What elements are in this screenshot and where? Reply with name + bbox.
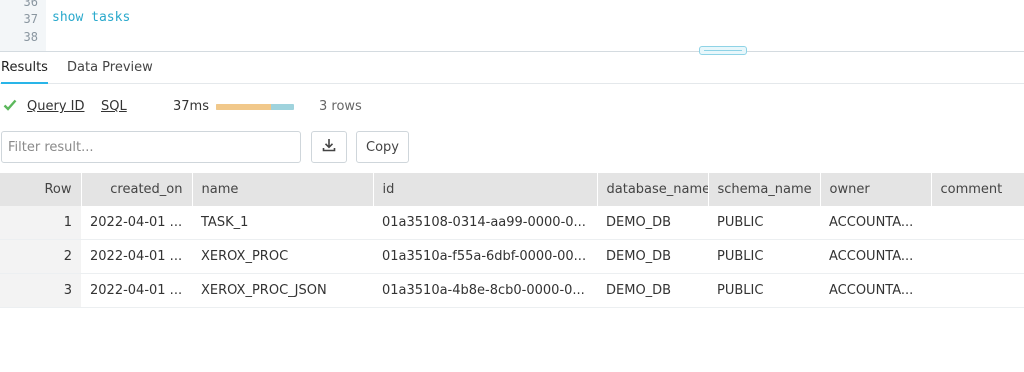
column-header-created-on[interactable]: created_on xyxy=(81,173,193,206)
duration-bar xyxy=(216,104,294,110)
success-check-icon xyxy=(3,99,17,111)
column-header-schema-name[interactable]: schema_name xyxy=(708,173,821,206)
copy-button[interactable]: Copy xyxy=(356,131,409,163)
filter-result-input[interactable] xyxy=(1,131,301,163)
table-cell[interactable]: PUBLIC xyxy=(708,239,820,274)
table-cell[interactable]: 2022-04-01 ... xyxy=(81,273,192,308)
row-number-cell: 1 xyxy=(0,206,81,240)
column-header-id[interactable]: id xyxy=(373,173,598,206)
table-cell[interactable]: 2022-04-01 ... xyxy=(81,239,192,274)
table-header-row: Row created_on name id database_name sch… xyxy=(0,173,1024,206)
query-duration: 37ms xyxy=(173,99,209,114)
table-cell[interactable]: PUBLIC xyxy=(708,273,820,308)
table-cell[interactable]: ACCOUNTA... xyxy=(820,206,931,240)
table-cell[interactable]: 01a3510a-4b8e-8cb0-0000-0... xyxy=(373,273,597,308)
line-number-gutter: 36 37 38 xyxy=(0,0,46,51)
sql-link[interactable]: SQL xyxy=(101,99,127,114)
table-cell[interactable]: DEMO_DB xyxy=(597,273,708,308)
column-header-database-name[interactable]: database_name xyxy=(597,173,709,206)
tab-data-preview[interactable]: Data Preview xyxy=(67,60,153,75)
sql-editor[interactable]: 36 37 38 show tasks xyxy=(0,0,1024,51)
table-cell[interactable]: 2022-04-01 ... xyxy=(81,206,192,240)
table-cell[interactable] xyxy=(931,206,1024,240)
line-number: 38 xyxy=(23,30,38,44)
table-cell[interactable]: PUBLIC xyxy=(708,206,820,240)
table-cell[interactable] xyxy=(931,273,1024,308)
table-row[interactable]: 3 2022-04-01 ... XEROX_PROC_JSON 01a3510… xyxy=(0,273,1024,308)
duration-bar-fill xyxy=(216,104,271,110)
results-tabs: Results Data Preview xyxy=(0,52,1024,84)
table-cell[interactable]: DEMO_DB xyxy=(597,239,708,274)
download-button[interactable] xyxy=(311,131,347,163)
table-cell[interactable]: ACCOUNTA... xyxy=(820,273,931,308)
column-header-comment[interactable]: comment xyxy=(931,173,1024,206)
table-cell[interactable]: XEROX_PROC xyxy=(192,239,373,274)
row-count: 3 rows xyxy=(319,99,362,114)
table-row[interactable]: 2 2022-04-01 ... XEROX_PROC 01a3510a-f55… xyxy=(0,239,1024,274)
table-cell[interactable]: TASK_1 xyxy=(192,206,373,240)
row-number-cell: 2 xyxy=(0,239,81,274)
table-row[interactable]: 1 2022-04-01 ... TASK_1 01a35108-0314-aa… xyxy=(0,206,1024,240)
table-cell[interactable]: 01a35108-0314-aa99-0000-0... xyxy=(373,206,597,240)
table-cell[interactable]: 01a3510a-f55a-6dbf-0000-00... xyxy=(373,239,597,274)
line-number: 37 xyxy=(23,12,38,26)
column-header-row[interactable]: Row xyxy=(0,173,82,206)
results-table: Row created_on name id database_name sch… xyxy=(0,173,1024,308)
table-cell[interactable] xyxy=(931,239,1024,274)
line-number: 36 xyxy=(23,0,38,9)
table-cell[interactable]: XEROX_PROC_JSON xyxy=(192,273,373,308)
query-status: Query ID SQL 37ms 3 rows xyxy=(0,96,1024,118)
tab-results[interactable]: Results xyxy=(1,60,48,84)
download-icon xyxy=(322,139,336,152)
query-id-link[interactable]: Query ID xyxy=(27,99,84,114)
column-header-name[interactable]: name xyxy=(192,173,374,206)
code-line[interactable]: show tasks xyxy=(52,10,130,25)
column-header-owner[interactable]: owner xyxy=(820,173,932,206)
table-cell[interactable]: DEMO_DB xyxy=(597,206,708,240)
row-number-cell: 3 xyxy=(0,273,81,308)
table-cell[interactable]: ACCOUNTA... xyxy=(820,239,931,274)
